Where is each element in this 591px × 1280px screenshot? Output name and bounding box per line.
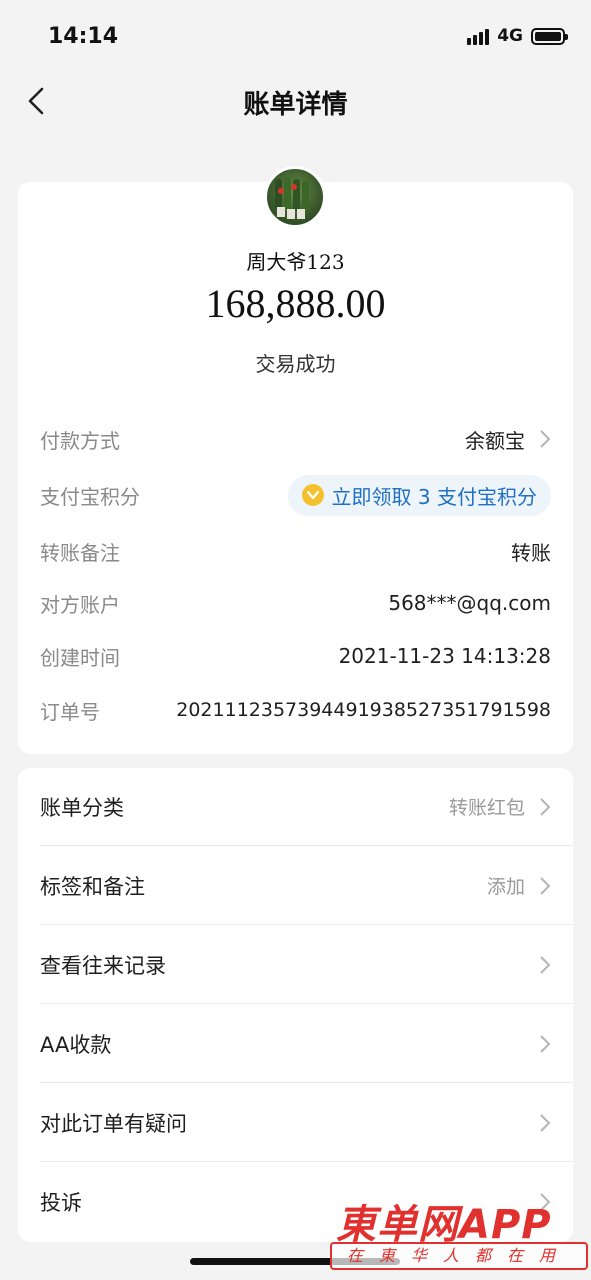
menu-item-label: 投诉 bbox=[40, 1191, 82, 1215]
menu-item-history[interactable]: 查看往来记录 bbox=[40, 926, 573, 1004]
avatar-image bbox=[275, 177, 309, 219]
points-label: 支付宝积分 bbox=[40, 484, 140, 509]
menu-item-right bbox=[525, 1113, 551, 1133]
signal-icon bbox=[467, 27, 490, 45]
watermark-slogan: 在東华人都在用 bbox=[330, 1242, 588, 1270]
network-label: 4G bbox=[497, 26, 523, 46]
order-number-label: 订单号 bbox=[40, 699, 100, 724]
created-time-label: 创建时间 bbox=[40, 645, 120, 670]
chevron-right-icon bbox=[540, 797, 551, 816]
menu-item-label: 对此订单有疑问 bbox=[40, 1111, 187, 1136]
chevron-right-icon bbox=[540, 1113, 551, 1132]
points-coin-icon bbox=[301, 484, 324, 506]
status-bar: 14:14 4G bbox=[0, 0, 591, 70]
payee-name: 周大爷123 bbox=[246, 250, 345, 274]
menu-item-tags-notes[interactable]: 标签和备注 添加 bbox=[40, 847, 573, 925]
order-number-row: 订单号 2021112357394491938527351791598 bbox=[40, 695, 551, 725]
payment-method-value: 余额宝 bbox=[465, 428, 525, 453]
points-row: 支付宝积分 立即领取 3 支付宝积分 bbox=[40, 474, 551, 516]
battery-icon bbox=[531, 27, 568, 45]
order-number-value: 2021112357394491938527351791598 bbox=[176, 699, 551, 721]
menu-item-right: 转账红包 bbox=[449, 793, 551, 820]
actions-card: 账单分类 转账红包 标签和备注 添加 查看往来记录 AA收款 对此订单有疑问 投… bbox=[18, 768, 573, 1242]
chevron-right-icon bbox=[540, 430, 551, 448]
counterparty-value: 568***@qq.com bbox=[388, 591, 551, 615]
created-time-row: 创建时间 2021-11-23 14:13:28 bbox=[40, 641, 551, 671]
status-time: 14:14 bbox=[48, 24, 119, 49]
menu-item-value: 转账红包 bbox=[448, 797, 525, 819]
nav-bar: 账单详情 bbox=[0, 70, 591, 132]
chevron-right-icon bbox=[540, 876, 551, 895]
avatar bbox=[264, 166, 326, 228]
payment-method-label: 付款方式 bbox=[40, 428, 120, 453]
created-time-value: 2021-11-23 14:13:28 bbox=[338, 644, 551, 668]
transaction-amount: 168,888.00 bbox=[205, 281, 386, 326]
menu-item-label: 查看往来记录 bbox=[40, 953, 166, 978]
page-title: 账单详情 bbox=[243, 90, 348, 120]
menu-item-value: 添加 bbox=[486, 876, 525, 898]
menu-item-aa-collect[interactable]: AA收款 bbox=[40, 1005, 573, 1083]
menu-item-order-question[interactable]: 对此订单有疑问 bbox=[40, 1084, 573, 1162]
status-indicators: 4G bbox=[467, 26, 568, 46]
menu-item-label: 标签和备注 bbox=[40, 874, 145, 899]
watermark: 東单网APP 在東华人都在用 bbox=[330, 1192, 588, 1276]
remark-label: 转账备注 bbox=[40, 540, 120, 565]
menu-item-label: 账单分类 bbox=[40, 795, 124, 820]
payment-method-value-wrap: 余额宝 bbox=[465, 425, 551, 454]
transaction-status: 交易成功 bbox=[255, 352, 336, 376]
remark-value: 转账 bbox=[511, 540, 551, 565]
claim-points-button[interactable]: 立即领取 3 支付宝积分 bbox=[287, 474, 551, 516]
chevron-right-icon bbox=[540, 1034, 551, 1053]
menu-item-label: AA收款 bbox=[40, 1032, 112, 1057]
menu-item-right bbox=[525, 955, 551, 975]
menu-item-right bbox=[525, 1034, 551, 1054]
menu-item-bill-category[interactable]: 账单分类 转账红包 bbox=[40, 768, 573, 846]
menu-item-right: 添加 bbox=[487, 872, 551, 899]
remark-row: 转账备注 转账 bbox=[40, 536, 551, 566]
claim-points-label: 立即领取 3 支付宝积分 bbox=[331, 484, 537, 509]
counterparty-label: 对方账户 bbox=[40, 592, 120, 617]
chevron-right-icon bbox=[540, 955, 551, 974]
payment-method-row[interactable]: 付款方式 余额宝 bbox=[40, 424, 551, 454]
counterparty-row: 对方账户 568***@qq.com bbox=[40, 588, 551, 618]
transaction-card: 周大爷123 168,888.00 交易成功 付款方式 余额宝 支付宝积分 立即… bbox=[18, 166, 573, 754]
